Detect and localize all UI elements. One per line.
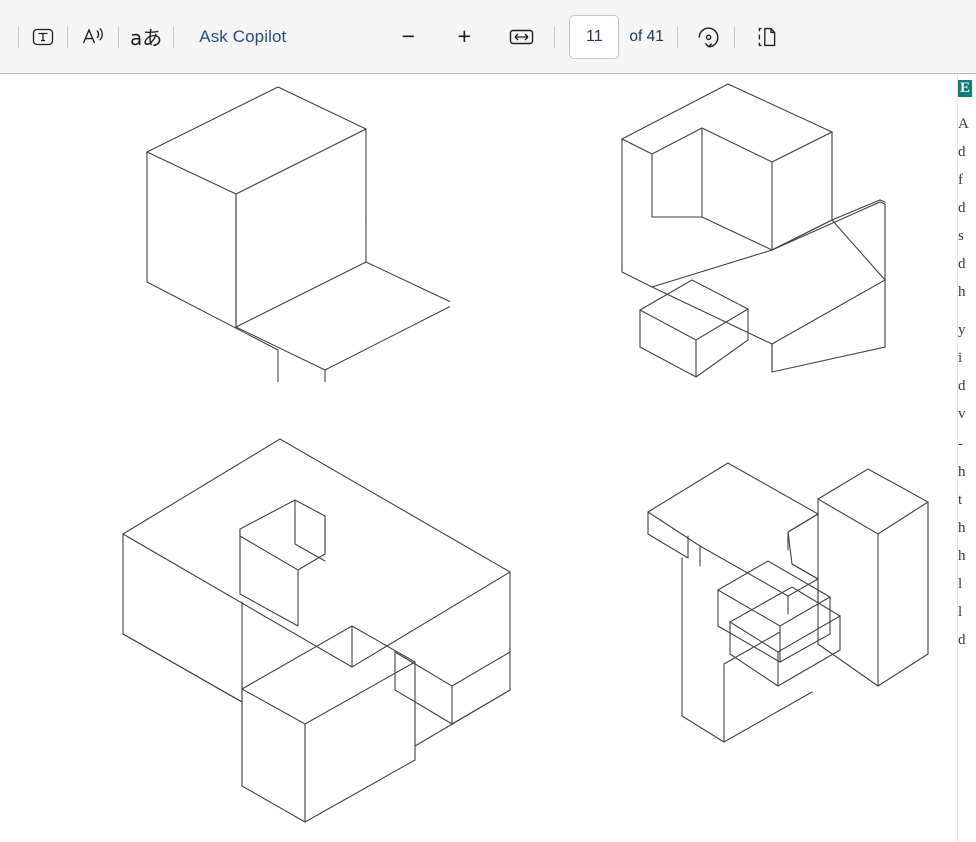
adjacent-page-text-fragment: d <box>958 144 966 160</box>
zoom-out-button[interactable]: − <box>391 20 425 54</box>
fit-width-icon <box>510 29 534 44</box>
toolbar-divider <box>67 25 68 48</box>
read-aloud-icon <box>82 27 103 43</box>
ask-copilot-button[interactable]: Ask Copilot <box>188 20 297 54</box>
figure-top-right <box>600 82 945 412</box>
text-selection-button[interactable] <box>25 20 61 54</box>
adjacent-page-text-fragment: d <box>958 378 966 394</box>
plus-icon: + <box>457 23 472 49</box>
adjacent-page-text-fragment: h <box>958 464 966 480</box>
page-layout-icon <box>758 27 776 46</box>
figure-bottom-right <box>640 454 960 784</box>
pdf-page-sheet: Fig 8. <box>0 74 960 842</box>
figure-top-left-outline <box>110 82 450 382</box>
toolbar-divider <box>118 25 119 48</box>
adjacent-page-text-fragment: A <box>958 116 969 132</box>
toolbar-divider <box>733 25 735 48</box>
adjacent-page-text-fragment: E <box>958 80 973 97</box>
zoom-in-button[interactable]: + <box>447 20 481 54</box>
adjacent-page-sliver: EAdfdsdhyidv-hthhlld <box>957 74 976 842</box>
adjacent-page-text-fragment: y <box>958 322 966 338</box>
adjacent-page-text-fragment: v <box>958 406 966 422</box>
adjacent-page-text-fragment: l <box>958 576 963 592</box>
adjacent-page-text-fragment: f <box>958 172 963 188</box>
translate-button[interactable]: aあ <box>125 20 167 54</box>
ask-copilot-label: Ask Copilot <box>199 26 287 46</box>
toolbar-divider <box>676 25 678 48</box>
rotate-icon <box>698 27 719 47</box>
adjacent-page-text-fragment: - <box>958 436 963 452</box>
page-number-input[interactable]: 11 <box>569 14 620 59</box>
minus-icon: − <box>401 23 416 49</box>
adjacent-page-text-fragment: d <box>958 256 966 272</box>
adjacent-page-text-fragment: d <box>958 632 966 648</box>
adjacent-page-text-fragment: d <box>958 200 966 216</box>
figure-bottom-left <box>90 424 540 824</box>
toolbar-divider <box>18 25 19 48</box>
adjacent-page-text-fragment: t <box>958 492 963 508</box>
toolbar-divider <box>554 25 556 48</box>
adjacent-page-text-fragment: s <box>958 228 964 244</box>
adjacent-page-text-fragment: h <box>958 548 966 564</box>
read-aloud-button[interactable] <box>74 20 112 54</box>
adjacent-page-text-fragment: h <box>958 520 966 536</box>
page-layout-button[interactable] <box>747 20 785 54</box>
translate-icon: aあ <box>130 26 163 50</box>
adjacent-page-text-fragment: i <box>958 350 963 366</box>
adjacent-page-text-fragment: l <box>958 604 963 620</box>
adjacent-page-text-fragment: h <box>958 284 966 300</box>
fit-to-width-button[interactable] <box>503 20 540 54</box>
pdf-toolbar: aあ Ask Copilot − + 11 of 41 <box>0 0 976 74</box>
page-number-value: 11 <box>586 27 603 45</box>
rotate-button[interactable] <box>690 20 728 54</box>
toolbar-divider <box>173 25 175 48</box>
pdf-page-area[interactable]: Fig 8. EAdfdsdhyidv-hthhlld <box>0 74 976 842</box>
page-count-label: of 41 <box>629 27 664 45</box>
text-selection-icon <box>32 28 54 45</box>
